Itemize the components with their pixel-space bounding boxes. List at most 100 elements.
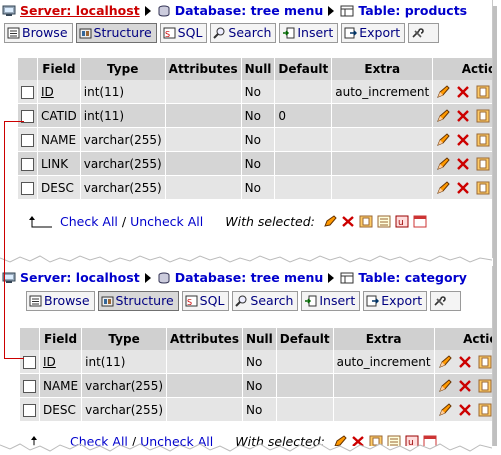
primary-key-icon[interactable]	[359, 215, 373, 228]
drop-x-icon[interactable]	[341, 215, 355, 228]
column-header: Default	[274, 58, 333, 80]
edit-pencil-icon[interactable]	[438, 379, 452, 393]
tab-sql[interactable]: S SQL	[181, 291, 230, 311]
column-header: Extra	[331, 58, 434, 80]
field-name[interactable]: CATID	[37, 103, 81, 128]
table-header-row: Field Type Attributes Null Default Extra…	[20, 328, 492, 350]
primary-key-icon[interactable]	[476, 157, 490, 171]
table-row: ID int(11) No auto_increment	[20, 350, 492, 374]
primary-key-icon[interactable]	[478, 379, 492, 393]
tab-structure[interactable]: Structure	[97, 291, 179, 311]
tab-structure[interactable]: Structure	[75, 23, 157, 43]
breadcrumb-database-link[interactable]: Database: tree menu	[175, 3, 324, 18]
tab-label: Insert	[319, 293, 356, 308]
field-name[interactable]: NAME	[39, 373, 83, 398]
table-row: LINK varchar(255) No	[18, 151, 492, 176]
tab-label: Search	[228, 25, 272, 40]
drop-x-icon[interactable]	[456, 181, 470, 195]
tab-export[interactable]: Export	[363, 291, 428, 311]
edit-pencil-icon[interactable]	[436, 85, 450, 99]
drop-x-icon[interactable]	[456, 85, 470, 99]
category-structure-panel: Server: localhost Database: tree menu Tabl…	[0, 266, 493, 446]
drop-x-icon[interactable]	[458, 403, 472, 417]
field-null: No	[242, 350, 277, 374]
structure-icon	[79, 26, 92, 39]
edit-pencil-icon[interactable]	[436, 157, 450, 171]
primary-key-icon[interactable]	[476, 109, 490, 123]
panel-shadow	[493, 6, 497, 446]
drop-x-icon[interactable]	[456, 157, 470, 171]
tab-search[interactable]: Search	[210, 23, 277, 43]
tab-search[interactable]: Search	[232, 291, 299, 311]
breadcrumb-table-link[interactable]: Table: category	[358, 270, 467, 285]
table-row: NAME varchar(255) No	[18, 127, 492, 152]
tab-insert[interactable]: Insert	[279, 23, 339, 43]
check-all-link[interactable]: Check All	[60, 214, 118, 229]
field-attributes	[165, 175, 242, 200]
field-attributes	[165, 80, 242, 104]
edit-pencil-icon[interactable]	[438, 355, 452, 369]
field-extra	[331, 151, 434, 176]
primary-key-icon[interactable]	[476, 181, 490, 195]
database-icon	[157, 5, 171, 17]
fulltext-icon[interactable]	[413, 215, 427, 228]
uncheck-all-link[interactable]: Uncheck All	[130, 214, 203, 229]
tab-label: Structure	[115, 293, 174, 308]
tab-export[interactable]: Export	[341, 23, 406, 43]
tab-sql[interactable]: S SQL	[159, 23, 208, 43]
edit-pencil-icon[interactable]	[436, 181, 450, 195]
tab-label: SQL	[199, 293, 225, 308]
edit-pencil-icon[interactable]	[323, 215, 337, 228]
with-selected-label: With selected:	[225, 214, 315, 229]
tab-operations[interactable]	[430, 291, 462, 311]
row-checkbox[interactable]	[23, 355, 36, 369]
field-default: 0	[274, 103, 333, 128]
table-icon	[340, 5, 354, 17]
edit-pencil-icon[interactable]	[438, 403, 452, 417]
edit-pencil-icon[interactable]	[436, 133, 450, 147]
field-name[interactable]: ID	[41, 85, 54, 99]
drop-x-icon[interactable]	[458, 379, 472, 393]
unique-icon[interactable]: u	[395, 215, 409, 228]
column-header: Field	[37, 58, 81, 80]
field-default	[276, 373, 334, 398]
row-actions	[434, 397, 492, 422]
field-name[interactable]: DESC	[39, 397, 83, 422]
tab-browse[interactable]: Browse	[4, 23, 73, 43]
browse-icon	[7, 26, 20, 39]
tab-insert[interactable]: Insert	[301, 291, 361, 311]
primary-key-icon[interactable]	[476, 85, 490, 99]
field-extra: auto_increment	[331, 80, 434, 104]
breadcrumb-database-link[interactable]: Database: tree menu	[175, 270, 324, 285]
field-name[interactable]: ID	[43, 355, 56, 369]
tab-bar: Browse Structure S SQL Search Insert Export	[4, 23, 442, 43]
primary-key-icon[interactable]	[478, 403, 492, 417]
row-checkbox[interactable]	[21, 85, 34, 99]
breadcrumb-server-link[interactable]: Server: localhost	[20, 270, 140, 285]
tab-browse[interactable]: Browse	[26, 291, 95, 311]
field-type: varchar(255)	[80, 151, 166, 176]
field-name[interactable]: LINK	[37, 151, 81, 176]
table-row: ID int(11) No auto_increment	[18, 80, 492, 104]
field-default	[274, 127, 333, 152]
chevron-right-icon	[144, 5, 151, 16]
tab-operations[interactable]	[408, 23, 440, 43]
row-checkbox[interactable]	[23, 379, 36, 393]
column-header: Default	[276, 328, 334, 350]
field-name[interactable]: DESC	[37, 175, 81, 200]
edit-pencil-icon[interactable]	[436, 109, 450, 123]
drop-x-icon[interactable]	[456, 133, 470, 147]
field-name[interactable]: NAME	[37, 127, 81, 152]
primary-key-icon[interactable]	[476, 133, 490, 147]
index-icon[interactable]	[377, 215, 391, 228]
field-extra: auto_increment	[333, 350, 435, 374]
drop-x-icon[interactable]	[456, 109, 470, 123]
primary-key-icon[interactable]	[478, 355, 492, 369]
field-type: varchar(255)	[81, 397, 168, 422]
row-actions	[432, 103, 492, 128]
svg-text:S: S	[187, 298, 192, 307]
breadcrumb-server-link[interactable]: Server: localhost	[20, 3, 140, 18]
breadcrumb-table-link[interactable]: Table: products	[358, 3, 467, 18]
drop-x-icon[interactable]	[458, 355, 472, 369]
row-checkbox[interactable]	[23, 403, 36, 417]
